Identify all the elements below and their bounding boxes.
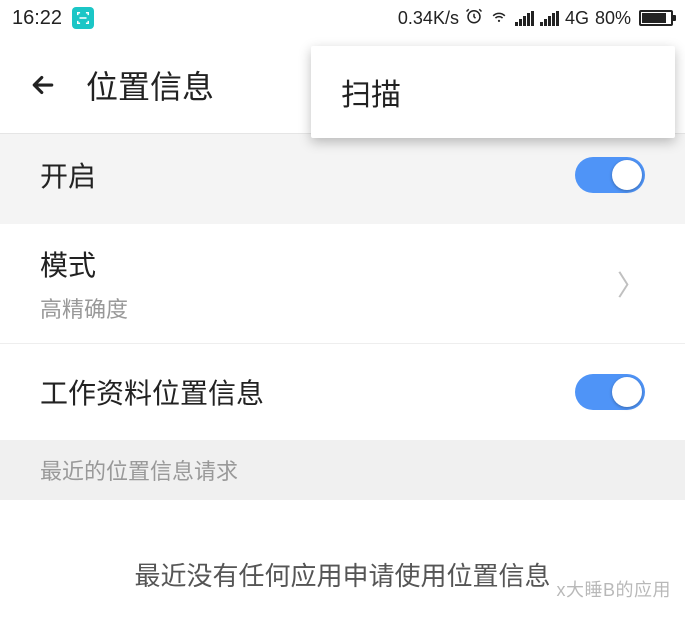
status-left: 16:22: [12, 7, 94, 30]
enable-label: 开启: [40, 155, 96, 195]
battery-pct: 80%: [595, 8, 631, 29]
status-time: 16:22: [12, 7, 62, 30]
enable-toggle[interactable]: [575, 157, 645, 193]
net-speed: 0.34K/s: [398, 8, 459, 29]
back-button[interactable]: [28, 70, 58, 100]
wifi-icon: [489, 7, 509, 30]
watermark: x大睡B的应用: [556, 576, 671, 602]
chevron-right-icon: 〉: [617, 264, 645, 304]
work-label: 工作资料位置信息: [40, 372, 264, 412]
mode-text: 模式 高精确度: [40, 244, 128, 324]
row-enable-location[interactable]: 开启: [0, 134, 685, 216]
net-label: 4G: [565, 8, 589, 29]
recent-requests-header: 最近的位置信息请求: [0, 440, 685, 500]
status-right: 0.34K/s 4G 80%: [398, 7, 673, 30]
alarm-icon: [465, 7, 483, 30]
signal-icon-1: [515, 11, 534, 26]
row-mode[interactable]: 模式 高精确度 〉: [0, 224, 685, 344]
divider: [0, 216, 685, 224]
page-title: 位置信息: [86, 62, 214, 108]
overflow-menu: 扫描: [311, 46, 675, 138]
work-toggle[interactable]: [575, 374, 645, 410]
status-bar: 16:22 0.34K/s 4G 80%: [0, 0, 685, 36]
recent-requests-empty: 最近没有任何应用申请使用位置信息: [0, 500, 685, 623]
scan-app-icon: [72, 7, 94, 29]
signal-icon-2: [540, 11, 559, 26]
mode-label: 模式: [40, 244, 128, 284]
battery-icon: [639, 10, 673, 26]
mode-value: 高精确度: [40, 292, 128, 324]
row-work-location[interactable]: 工作资料位置信息: [0, 344, 685, 440]
menu-item-scan[interactable]: 扫描: [341, 70, 401, 114]
